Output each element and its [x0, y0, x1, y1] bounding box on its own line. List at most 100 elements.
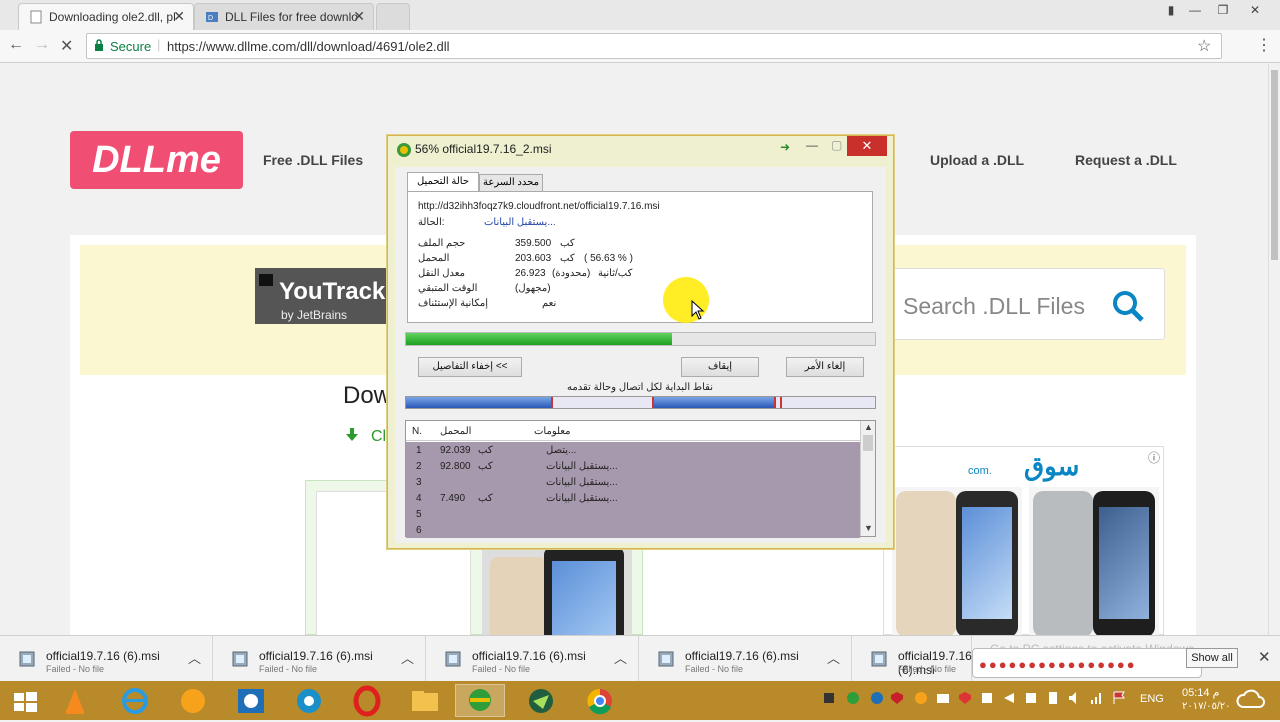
scroll-down-icon[interactable]: ▼	[864, 523, 873, 533]
cleanup-tool-icon[interactable]	[226, 684, 276, 717]
chrome-icon[interactable]	[575, 684, 625, 717]
table-row[interactable]: 3 يستقبل البيانات...	[406, 474, 860, 490]
menu-icon[interactable]: ⋮	[1256, 35, 1272, 55]
volume-icon[interactable]	[1068, 691, 1082, 705]
table-row[interactable]: 2 92.800 كب يستقبل البيانات...	[406, 458, 860, 474]
forward-icon[interactable]: →	[34, 36, 50, 54]
segments-bar	[405, 396, 876, 409]
pause-button[interactable]: إيقاف	[681, 357, 759, 377]
souq-ad[interactable]: ⓘ سوق com.	[883, 446, 1164, 635]
back-icon[interactable]: ←	[8, 36, 24, 54]
download-status: Failed - No file	[259, 664, 318, 674]
star-icon[interactable]: ☆	[1197, 36, 1211, 56]
row-extra: كب/ثانية	[598, 268, 633, 279]
chevron-up-icon[interactable]: ︿	[401, 648, 414, 667]
nav-upload-dll[interactable]: Upload a .DLL	[930, 152, 1024, 168]
url-text[interactable]: https://www.dllme.com/dll/download/4691/…	[167, 39, 450, 54]
network-icon[interactable]	[1090, 691, 1104, 705]
download-item[interactable]: official19.7.16 (6).msi Failed - No file…	[213, 636, 426, 682]
nav-free-dll[interactable]: Free .DLL Files	[263, 152, 363, 168]
row-extra: ( 56.63 % )	[584, 253, 633, 264]
scroll-thumb[interactable]	[863, 435, 873, 451]
chevron-up-icon[interactable]: ︿	[188, 648, 201, 667]
file-explorer-icon[interactable]	[400, 684, 450, 717]
tab-downloading[interactable]: Downloading ole2.dll, pl ✕	[18, 3, 194, 30]
scroll-up-icon[interactable]: ▲	[864, 422, 873, 432]
tab-speed-limiter[interactable]: محدد السرعة	[479, 174, 543, 192]
close-dialog-button[interactable]: ✕	[847, 136, 887, 156]
svg-text:D: D	[208, 15, 213, 22]
download-item[interactable]: official19.7.16 (6).msi Failed - No file…	[426, 636, 639, 682]
windows-start-icon[interactable]	[0, 684, 50, 717]
minimize-button[interactable]: —	[1180, 0, 1210, 20]
minimize-button[interactable]: —	[806, 138, 818, 152]
tray-icon[interactable]	[870, 691, 884, 705]
segment-marker	[774, 397, 776, 408]
clock-date[interactable]: ٢٠١٧/٠٥/٢٠	[1182, 701, 1231, 712]
tab-dll-files[interactable]: D DLL Files for free downlo ✕	[194, 3, 374, 30]
search-input[interactable]: Search .DLL Files	[903, 293, 1085, 320]
nav-request-dll[interactable]: Request a .DLL	[1075, 152, 1177, 168]
hide-details-button[interactable]: إخفاء التفاصيل <<	[418, 357, 522, 377]
tray-icon[interactable]	[822, 691, 836, 705]
close-window-button[interactable]: ✕	[1240, 0, 1270, 20]
table-scrollbar[interactable]: ▲ ▼	[860, 421, 875, 536]
scroll-thumb[interactable]	[1271, 70, 1278, 260]
table-row[interactable]: 6	[406, 522, 860, 538]
tray-icon[interactable]	[936, 691, 950, 705]
maximize-button[interactable]: ▢	[831, 138, 842, 152]
maximize-button[interactable]: ❐	[1208, 0, 1238, 20]
download-item[interactable]: official19.7.16 (6).msi Failed - No file	[852, 636, 972, 682]
tray-icon[interactable]	[1046, 691, 1060, 705]
app-icon[interactable]	[516, 684, 566, 717]
download-item[interactable]: official19.7.16 (6).msi Failed - No file…	[639, 636, 852, 682]
download-item[interactable]: official19.7.16 (6).msi Failed - No file…	[0, 636, 213, 682]
chevron-up-icon[interactable]: ︿	[827, 648, 840, 667]
tray-icon[interactable]	[1002, 691, 1016, 705]
close-shelf-icon[interactable]: ✕	[1258, 648, 1271, 666]
opera-icon[interactable]	[342, 684, 392, 717]
col-downloaded: المحمل	[440, 426, 472, 437]
close-tab-icon[interactable]: ✕	[353, 8, 365, 25]
cancel-button[interactable]: إلغاء الأمر	[786, 357, 864, 377]
stop-icon[interactable]: ✕	[60, 36, 73, 56]
clock-time[interactable]: 05:14 م	[1182, 686, 1219, 699]
cloud-icon[interactable]	[1236, 685, 1266, 720]
tray-icon[interactable]	[1024, 691, 1038, 705]
tray-icon[interactable]	[980, 691, 994, 705]
tray-icon[interactable]	[846, 691, 860, 705]
media-app-icon[interactable]	[284, 684, 334, 717]
tray-icon[interactable]	[958, 691, 972, 705]
idm-taskbar-icon[interactable]	[455, 684, 505, 717]
language-indicator[interactable]: ENG	[1140, 693, 1164, 705]
tray-icon[interactable]	[890, 691, 904, 705]
page-scrollbar[interactable]	[1268, 64, 1280, 635]
close-tab-icon[interactable]: ✕	[173, 8, 185, 25]
show-all-button[interactable]: Show all	[1186, 648, 1238, 668]
tab-download-status[interactable]: حالة التحميل	[407, 172, 479, 192]
phone-image[interactable]	[482, 547, 632, 635]
search-icon[interactable]	[1111, 289, 1145, 328]
flag-icon[interactable]	[1112, 691, 1126, 705]
internet-explorer-icon[interactable]	[110, 684, 160, 717]
ad-brand: YouTrack	[279, 278, 386, 305]
tray-icon[interactable]	[914, 691, 928, 705]
youtrack-ad[interactable]: YouTrack by JetBrains	[255, 268, 387, 324]
table-row[interactable]: 4 7.490 كب يستقبل البيانات...	[406, 490, 860, 506]
tray-icons[interactable]: ●●●●●●●●●●●●●●●●	[979, 657, 1137, 672]
media-player-icon[interactable]	[168, 684, 218, 717]
download-status: Failed - No file	[472, 664, 531, 674]
new-tab-button[interactable]	[376, 3, 410, 30]
table-row[interactable]: 1 92.039 كب يتصل...	[406, 442, 860, 458]
chevron-up-icon[interactable]: ︿	[614, 648, 627, 667]
row-unit: كب	[560, 238, 575, 249]
search-box[interactable]: Search .DLL Files	[888, 268, 1165, 340]
row-label: معدل النقل	[418, 268, 465, 279]
address-bar[interactable]: Secure | https://www.dllme.com/dll/downl…	[86, 33, 1222, 59]
table-row[interactable]: 5	[406, 506, 860, 522]
info-icon[interactable]: ⓘ	[1148, 449, 1160, 466]
vlc-icon[interactable]	[50, 684, 100, 717]
arrow-icon[interactable]: ➜	[780, 140, 790, 154]
site-logo[interactable]: DLLme	[70, 131, 243, 189]
msi-file-icon	[657, 650, 675, 668]
